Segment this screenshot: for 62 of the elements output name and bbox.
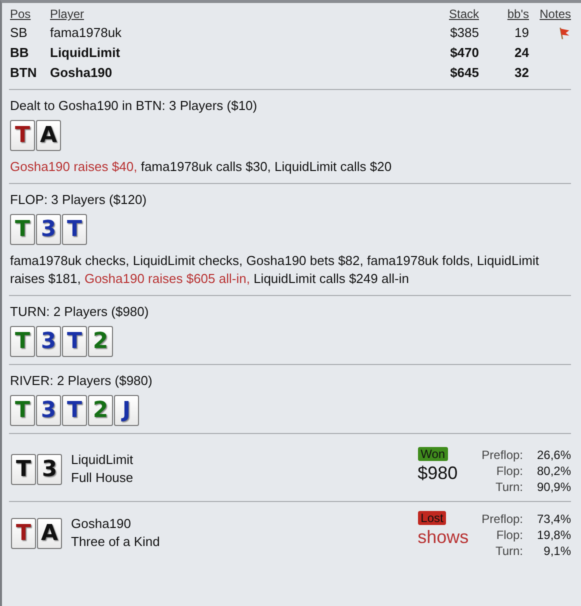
position-cell-text: SB — [10, 24, 28, 42]
position-cell-text: BTN — [10, 64, 38, 82]
equity-value: 19,8% — [536, 527, 571, 543]
playing-card: 2 — [88, 395, 113, 426]
equity-label: Flop: — [495, 463, 523, 479]
street-title: Dealt to Gosha190 in BTN: 3 Players ($10) — [10, 98, 258, 113]
player-name: Gosha190 — [50, 64, 114, 82]
playing-card: A — [37, 518, 62, 549]
result-badge: Won — [418, 447, 448, 461]
street-title: FLOP: 3 Players ($120) — [10, 192, 148, 207]
result-amount: shows — [418, 526, 469, 549]
action-text: Gosha190 raises $40, fama1978uk calls $30, LiquidLimit calls $20 — [10, 158, 393, 176]
playing-card: A — [36, 120, 61, 151]
equity-value: 80,2% — [536, 463, 571, 479]
stack-cell-text: $385 — [449, 24, 479, 42]
equity-label: Preflop: — [482, 447, 523, 463]
playing-card: T — [10, 326, 35, 357]
playing-card: 3 — [36, 214, 61, 245]
equity-value: 26,6% — [536, 447, 571, 463]
playing-card: T — [62, 214, 87, 245]
street-title: TURN: 2 Players ($980) — [10, 304, 150, 319]
playing-card: T — [11, 518, 36, 549]
flag-icon[interactable] — [557, 26, 571, 40]
equity-value: 73,4% — [536, 511, 571, 527]
bb-cell-text: 19 — [514, 24, 529, 42]
column-header[interactable]: Player — [50, 7, 409, 22]
stack-cell-text: $645 — [449, 64, 479, 82]
playing-card: J — [114, 395, 139, 426]
bb-cell-text: 24 — [514, 44, 529, 62]
equity-value: 9,1% — [542, 543, 571, 559]
player-name: Gosha190 — [71, 515, 132, 533]
playing-card: 3 — [36, 395, 61, 426]
playing-card: T — [10, 120, 35, 151]
playing-card: 3 — [36, 326, 61, 357]
player-name: LiquidLimit — [50, 44, 122, 62]
playing-card: T — [62, 326, 87, 357]
stack-cell-text: $470 — [449, 44, 479, 62]
equity-label: Turn: — [494, 543, 523, 559]
action-text: fama1978uk checks, LiquidLimit checks, Gosha190 bets $82, fama1978uk folds, LiquidLimit raises $181, Gosha190 raises $605 all-in, LiquidLimit calls $249 all-in — [10, 252, 540, 288]
result-badge: Lost — [418, 511, 446, 525]
playing-card: T — [10, 214, 35, 245]
bb-cell-text: 32 — [514, 64, 529, 82]
column-header[interactable]: Pos — [10, 7, 50, 22]
hand-rank: Full House — [71, 469, 134, 487]
playing-card: T — [62, 395, 87, 426]
equity-label: Turn: — [494, 479, 523, 495]
player-name: fama1978uk — [50, 24, 123, 42]
playing-card: T — [10, 395, 35, 426]
street-title: RIVER: 2 Players ($980) — [10, 373, 154, 388]
playing-card: 3 — [37, 454, 62, 485]
position-cell-text: BB — [10, 44, 30, 62]
equity-label: Flop: — [495, 527, 523, 543]
equity-label: Preflop: — [482, 511, 523, 527]
playing-card: T — [11, 454, 36, 485]
hand-rank: Three of a Kind — [71, 533, 161, 551]
column-header[interactable]: Stack — [409, 7, 479, 22]
column-header[interactable]: Notes — [529, 7, 571, 22]
result-amount: $980 — [418, 462, 458, 485]
playing-card: 2 — [88, 326, 113, 357]
equity-value: 90,9% — [536, 479, 571, 495]
player-name: LiquidLimit — [71, 451, 134, 469]
column-header[interactable]: bb's — [479, 7, 529, 22]
